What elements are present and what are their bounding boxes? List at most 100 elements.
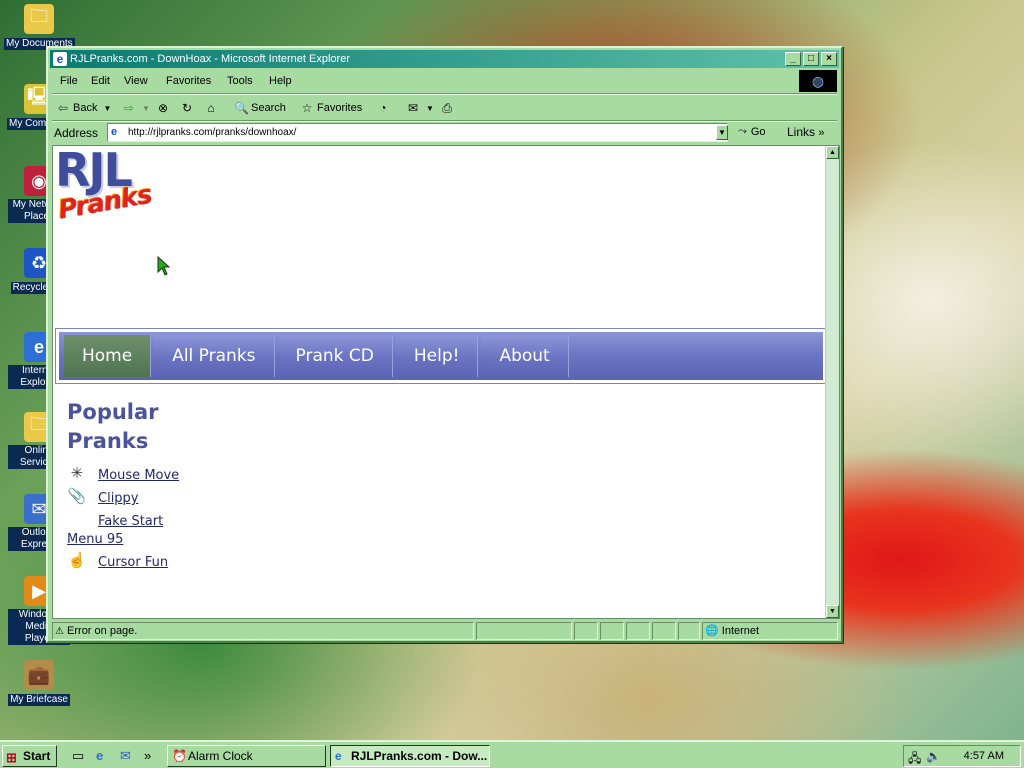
network-tray-icon[interactable]: 🖧 xyxy=(908,749,921,768)
system-tray: 🖧 🔈 4:57 AM xyxy=(903,745,1021,767)
task-label: RJLPranks.com - Dow... xyxy=(351,749,488,763)
section-title-line: Pranks xyxy=(67,429,149,453)
print-icon: ⎙ xyxy=(442,100,452,115)
chevron-down-icon: ▼ xyxy=(103,103,112,113)
menu-file[interactable]: File xyxy=(60,75,78,87)
address-input[interactable]: e http://rjlpranks.com/pranks/downhoax/ xyxy=(107,123,728,142)
chevron-down-icon: ▼ xyxy=(142,103,150,113)
desktop-icon-my-documents[interactable]: 🗀 My Documents xyxy=(4,4,75,50)
address-label: Address xyxy=(54,126,99,140)
vertical-scrollbar[interactable]: ▲ ▼ xyxy=(825,146,839,618)
window-titlebar[interactable]: e RJLPranks.com - DownHoax - Microsoft I… xyxy=(50,50,839,68)
start-button[interactable]: ⊞ Start xyxy=(2,745,57,767)
home-icon: ⌂ xyxy=(207,101,215,115)
menu-edit[interactable]: Edit xyxy=(91,75,110,87)
forward-arrow-icon: ⇨ xyxy=(123,101,135,115)
security-zone[interactable]: 🌐 Internet xyxy=(702,622,838,640)
prank-link-menu-95[interactable]: Menu 95 xyxy=(67,532,123,547)
windows-logo-icon: ⊞ xyxy=(6,750,17,765)
prank-link-fake-start[interactable]: Fake Start xyxy=(98,514,163,529)
nav-all-pranks[interactable]: All Pranks xyxy=(154,335,275,377)
start-label: Start xyxy=(23,749,51,763)
internet-explorer-icon: e xyxy=(335,749,342,763)
show-desktop-icon[interactable]: ▭ xyxy=(72,748,84,764)
menu-bar: File Edit View Favorites Tools Help xyxy=(52,71,837,91)
refresh-icon: ↻ xyxy=(181,101,193,115)
status-cell xyxy=(678,622,700,640)
scroll-up-button[interactable]: ▲ xyxy=(826,146,839,159)
warning-icon: ⚠ xyxy=(55,626,64,637)
address-url: http://rjlpranks.com/pranks/downhoax/ xyxy=(128,127,297,138)
go-arrow-icon: ⤳ xyxy=(738,125,747,137)
nav-prank-cd[interactable]: Prank CD xyxy=(277,335,393,377)
forward-button[interactable]: ⇨ ▼ xyxy=(122,99,153,117)
status-text: Error on page. xyxy=(67,625,138,637)
status-message[interactable]: ⚠ Error on page. xyxy=(52,622,474,640)
links-label: Links xyxy=(787,125,816,139)
mouse-move-icon: ✳ xyxy=(70,465,84,482)
briefcase-icon: 💼 xyxy=(24,660,54,690)
history-button[interactable]: ◔ xyxy=(376,99,390,117)
section-title: Popular Pranks xyxy=(67,398,207,456)
back-button[interactable]: ⇦ Back ▼ xyxy=(56,99,114,117)
back-button-label: Back xyxy=(73,102,98,114)
prank-link-cursor-fun[interactable]: Cursor Fun xyxy=(98,555,168,570)
outlook-express-icon[interactable]: ✉ xyxy=(120,748,131,764)
mail-button[interactable]: ✉ ▼ xyxy=(406,99,437,117)
volume-icon[interactable]: 🔈 xyxy=(926,749,941,763)
menu-tools[interactable]: Tools xyxy=(227,75,253,87)
menu-help[interactable]: Help xyxy=(269,75,292,87)
status-cell xyxy=(574,622,598,640)
site-logo[interactable]: RJL Pranks xyxy=(55,146,180,237)
section-title-line: Popular xyxy=(67,400,159,424)
nav-help[interactable]: Help! xyxy=(395,335,479,377)
task-browser[interactable]: e RJLPranks.com - Dow... xyxy=(330,745,490,767)
window-title: RJLPranks.com - DownHoax - Microsoft Int… xyxy=(70,53,350,65)
refresh-button[interactable]: ↻ xyxy=(180,99,194,117)
task-label: Alarm Clock xyxy=(188,749,253,763)
alarm-clock-icon: ⏰ xyxy=(172,749,187,763)
scroll-down-button[interactable]: ▼ xyxy=(826,605,839,618)
nav-home[interactable]: Home xyxy=(64,335,152,377)
search-button[interactable]: 🔍 Search xyxy=(234,99,286,117)
chevron-right-icon[interactable]: » xyxy=(144,748,151,763)
chevron-right-icon: » xyxy=(818,127,825,139)
zone-label: Internet xyxy=(721,625,760,637)
toolbar-divider xyxy=(52,93,837,95)
status-progress xyxy=(476,622,572,640)
ie-throbber-icon: ◍ xyxy=(799,70,837,92)
minimize-button[interactable]: _ xyxy=(785,52,801,66)
favorites-button[interactable]: ☆ Favorites xyxy=(300,99,363,117)
menu-favorites[interactable]: Favorites xyxy=(166,75,211,87)
clock[interactable]: 4:57 AM xyxy=(964,750,1004,762)
paperclip-icon: 📎 xyxy=(67,488,87,505)
internet-explorer-icon[interactable]: e xyxy=(96,748,103,763)
go-button[interactable]: ⤳ Go xyxy=(738,125,766,138)
page-icon: e xyxy=(111,126,118,138)
back-arrow-icon: ⇦ xyxy=(57,101,69,115)
status-cell xyxy=(600,622,624,640)
maximize-button[interactable]: □ xyxy=(803,52,819,66)
desktop-icon-my-briefcase[interactable]: 💼 My Briefcase xyxy=(4,660,74,706)
links-button[interactable]: Links » xyxy=(787,125,824,139)
close-button[interactable]: × xyxy=(821,52,837,66)
search-button-label: Search xyxy=(251,102,286,114)
taskbar: ⊞ Start ▭ e ✉ » ⏰ Alarm Clock e RJLPrank… xyxy=(0,740,1024,768)
nav-about[interactable]: About xyxy=(481,335,569,377)
browser-window: e RJLPranks.com - DownHoax - Microsoft I… xyxy=(46,46,843,643)
menu-view[interactable]: View xyxy=(124,75,148,87)
task-alarm-clock[interactable]: ⏰ Alarm Clock xyxy=(167,745,326,767)
internet-explorer-icon: e xyxy=(53,52,67,66)
go-button-label: Go xyxy=(750,125,766,138)
search-icon: 🔍 xyxy=(234,101,249,115)
globe-icon: 🌐 xyxy=(705,625,719,637)
print-button[interactable]: ⎙ xyxy=(440,99,454,117)
address-dropdown-button[interactable]: ▼ xyxy=(716,125,728,140)
favorites-button-label: Favorites xyxy=(317,102,363,114)
hand-cursor-icon: ☝ xyxy=(67,552,87,569)
prank-link-clippy[interactable]: Clippy xyxy=(98,491,139,506)
page-content: RJL Pranks Home All Pranks Prank CD Help… xyxy=(52,145,840,619)
home-button[interactable]: ⌂ xyxy=(204,99,218,117)
prank-link-mouse-move[interactable]: Mouse Move xyxy=(98,468,179,483)
stop-button[interactable]: ⊗ xyxy=(156,99,170,117)
